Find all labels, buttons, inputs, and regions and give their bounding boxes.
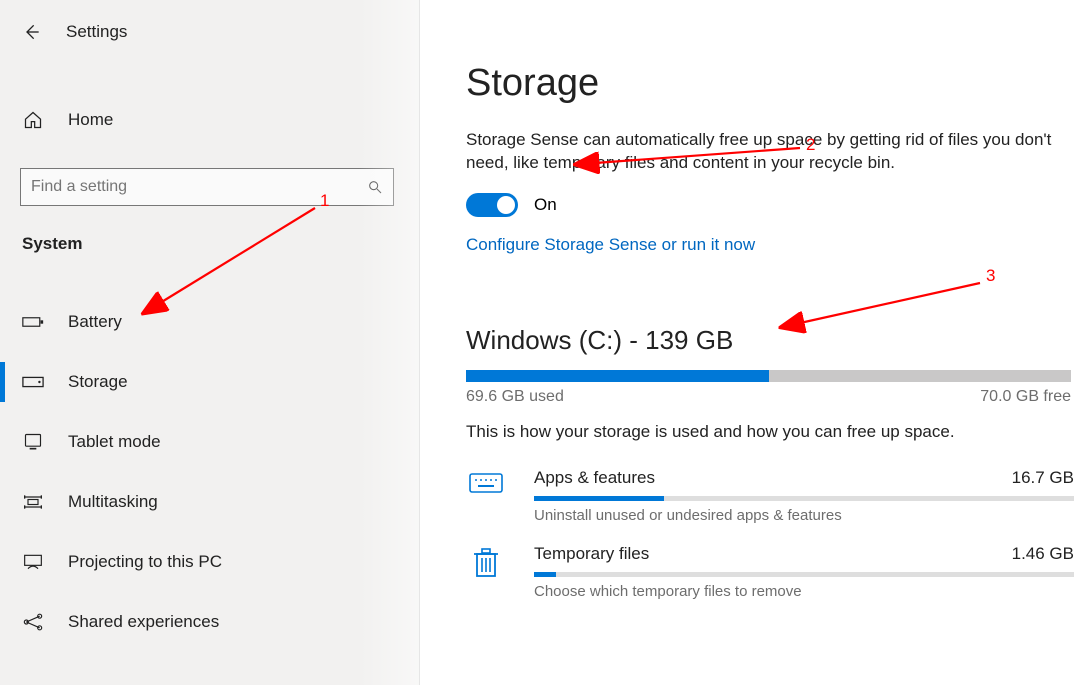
category-sub: Choose which temporary files to remove bbox=[534, 583, 1074, 600]
sidebar-item-projecting[interactable]: Projecting to this PC bbox=[0, 532, 419, 592]
sidebar-item-battery[interactable]: Battery bbox=[0, 292, 419, 352]
tablet-icon bbox=[22, 432, 44, 452]
category-apps-features[interactable]: Apps & features 16.7 GB Uninstall unused… bbox=[466, 462, 1074, 538]
category-sub: Uninstall unused or undesired apps & fea… bbox=[534, 507, 1074, 524]
category-name: Temporary files bbox=[534, 544, 649, 564]
drive-title: Windows (C:) - 139 GB bbox=[466, 325, 1080, 356]
toggle-knob bbox=[497, 196, 515, 214]
sidebar-item-label: Multitasking bbox=[68, 492, 158, 512]
drive-usage-fill bbox=[466, 370, 769, 382]
sidebar-item-multitasking[interactable]: Multitasking bbox=[0, 472, 419, 532]
search-input[interactable] bbox=[31, 178, 367, 196]
sidebar-item-label: Projecting to this PC bbox=[68, 552, 222, 572]
sidebar: Settings Home System Battery bbox=[0, 0, 420, 685]
page-title: Storage bbox=[466, 62, 1080, 105]
sidebar-home-label: Home bbox=[68, 110, 113, 130]
category-bar bbox=[534, 496, 1074, 501]
annotation-3: 3 bbox=[986, 266, 995, 285]
category-size: 16.7 GB bbox=[1012, 468, 1074, 488]
drive-free-label: 70.0 GB free bbox=[980, 388, 1071, 406]
search-icon bbox=[367, 179, 383, 195]
sidebar-home[interactable]: Home bbox=[0, 98, 419, 142]
sidebar-item-storage[interactable]: Storage bbox=[0, 352, 419, 412]
category-temporary-files[interactable]: Temporary files 1.46 GB Choose which tem… bbox=[466, 538, 1074, 614]
projecting-icon bbox=[22, 553, 44, 571]
trash-icon bbox=[466, 544, 506, 580]
home-icon bbox=[22, 110, 44, 130]
configure-storage-sense-link[interactable]: Configure Storage Sense or run it now bbox=[466, 235, 755, 255]
shared-experiences-icon bbox=[22, 612, 44, 632]
back-icon[interactable] bbox=[22, 22, 42, 42]
storage-sense-toggle-label: On bbox=[534, 195, 557, 215]
sidebar-item-tablet-mode[interactable]: Tablet mode bbox=[0, 412, 419, 472]
keyboard-icon bbox=[466, 468, 506, 496]
settings-title: Settings bbox=[66, 22, 127, 42]
drive-used-label: 69.6 GB used bbox=[466, 388, 564, 406]
storage-category-list: Apps & features 16.7 GB Uninstall unused… bbox=[466, 462, 1074, 614]
category-name: Apps & features bbox=[534, 468, 655, 488]
multitasking-icon bbox=[22, 493, 44, 511]
sidebar-item-shared-experiences[interactable]: Shared experiences bbox=[0, 592, 419, 652]
sidebar-item-label: Tablet mode bbox=[68, 432, 161, 452]
sidebar-item-label: Shared experiences bbox=[68, 612, 219, 632]
sidebar-item-label: Storage bbox=[68, 372, 128, 392]
category-size: 1.46 GB bbox=[1012, 544, 1074, 564]
drive-usage-bar bbox=[466, 370, 1071, 382]
storage-sense-toggle[interactable] bbox=[466, 193, 518, 217]
storage-sense-description: Storage Sense can automatically free up … bbox=[466, 129, 1056, 175]
sidebar-section-system: System bbox=[0, 234, 419, 254]
drive-icon bbox=[22, 376, 44, 388]
sidebar-item-label: Battery bbox=[68, 312, 122, 332]
battery-icon bbox=[22, 315, 44, 329]
drive-usage-description: This is how your storage is used and how… bbox=[466, 422, 1080, 442]
sidebar-nav: Battery Storage Tablet mode Multitasking bbox=[0, 292, 419, 652]
search-box[interactable] bbox=[20, 168, 394, 206]
main-panel: Storage Storage Sense can automatically … bbox=[420, 0, 1080, 685]
category-bar bbox=[534, 572, 1074, 577]
